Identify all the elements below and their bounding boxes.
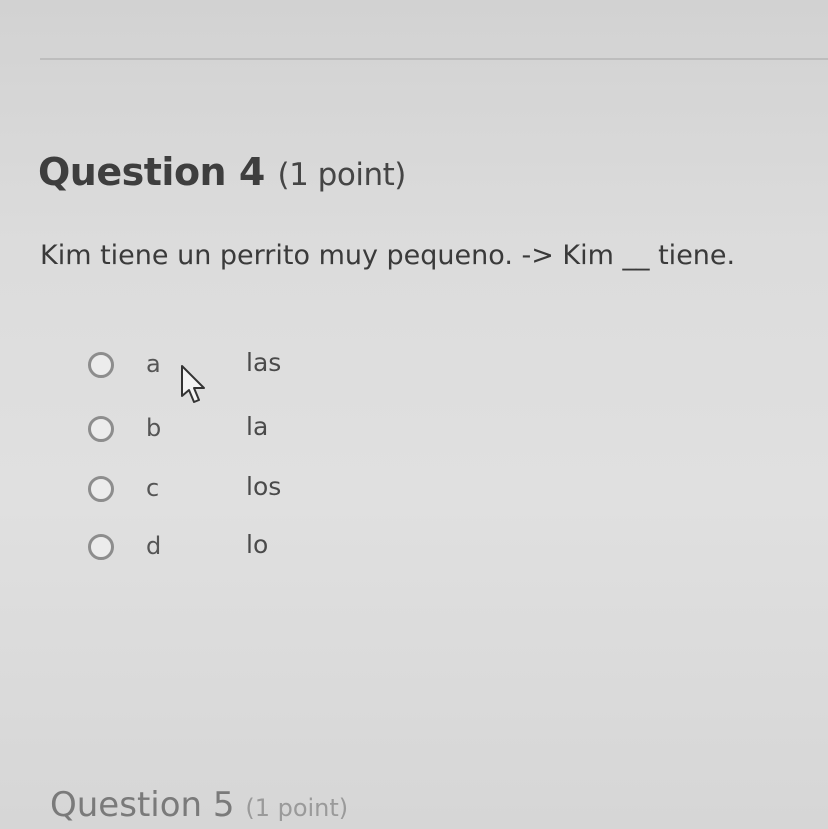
question-5-points: (1 point) <box>245 794 349 822</box>
option-b[interactable]: b la <box>88 412 388 454</box>
quiz-page: Question 4 (1 point) Kim tiene un perrit… <box>0 0 828 829</box>
question-4-heading: Question 4 (1 point) <box>38 150 406 194</box>
section-divider <box>40 58 828 60</box>
question-5-heading: Question 5 (1 point) <box>50 785 348 825</box>
question-4-title: Question 4 <box>38 150 265 194</box>
option-b-answer[interactable]: la <box>246 412 268 441</box>
option-a-answer[interactable]: las <box>246 348 281 377</box>
question-4-points: (1 point) <box>277 157 407 193</box>
question-4-prompt: Kim tiene un perrito muy pequeno. -> Kim… <box>40 240 736 271</box>
radio-unselected-icon[interactable] <box>88 416 114 442</box>
option-a-letter: a <box>146 350 161 378</box>
option-c-answer[interactable]: los <box>246 472 281 501</box>
option-d-letter: d <box>146 532 162 560</box>
radio-unselected-icon[interactable] <box>88 352 114 378</box>
radio-unselected-icon[interactable] <box>88 534 114 560</box>
question-5-title: Question 5 <box>50 785 235 825</box>
radio-unselected-icon[interactable] <box>88 476 114 502</box>
option-d[interactable]: d lo <box>88 530 388 572</box>
option-d-answer[interactable]: lo <box>246 530 268 559</box>
hand-pointer-cursor-icon <box>181 365 205 403</box>
option-b-letter: b <box>146 414 162 442</box>
option-a[interactable]: a las <box>88 348 388 390</box>
option-c[interactable]: c los <box>88 472 388 514</box>
option-c-letter: c <box>146 474 160 502</box>
